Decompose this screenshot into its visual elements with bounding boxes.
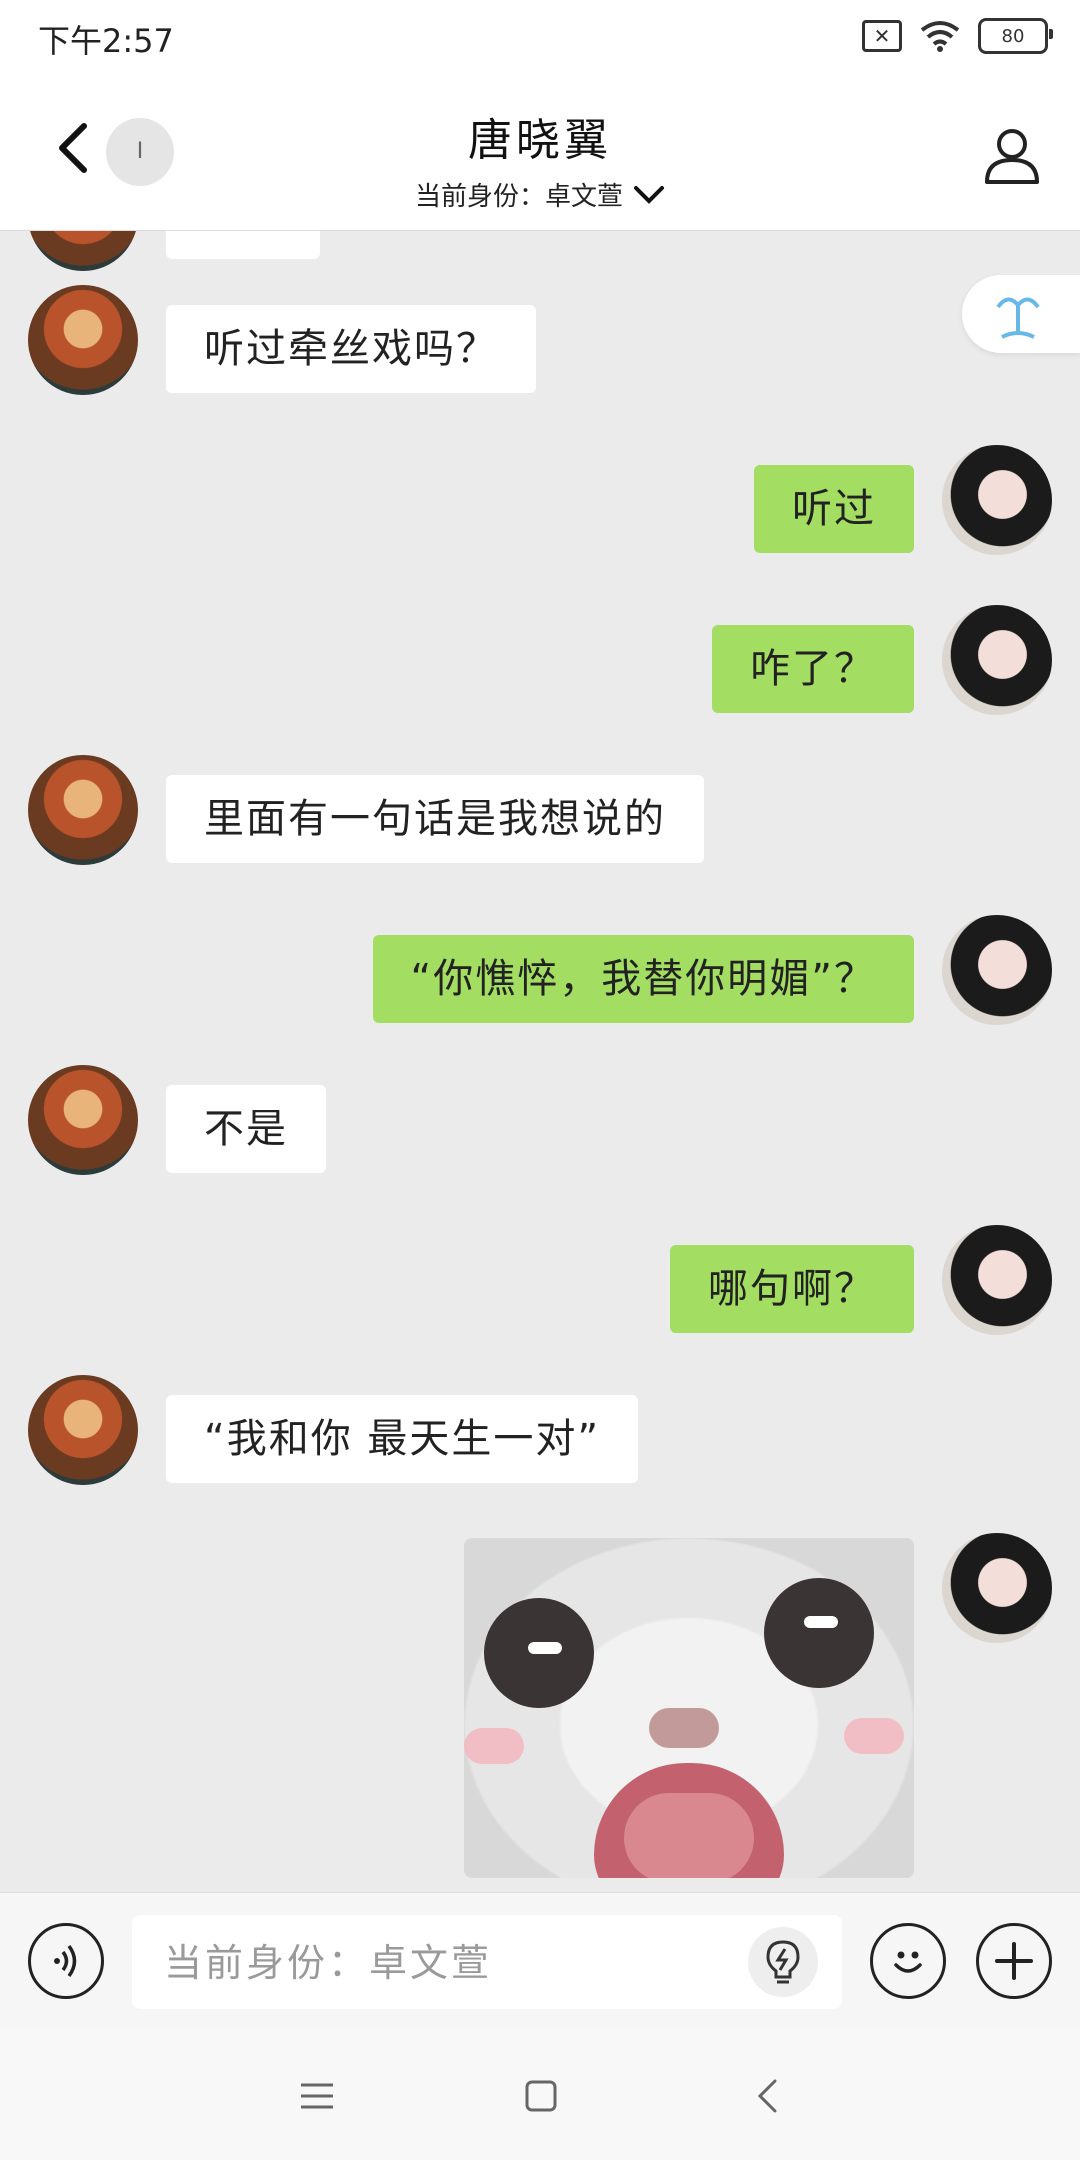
avatar-partner[interactable] [28, 755, 138, 865]
avatar-partner[interactable] [28, 285, 138, 395]
avatar-partner[interactable] [28, 231, 138, 271]
lightbulb-icon [766, 1940, 800, 1984]
message-bubble-partial [166, 231, 320, 259]
wifi-icon [920, 21, 960, 52]
chat-title: 唐晓翼 [468, 115, 612, 166]
voice-icon [54, 1944, 77, 1978]
voice-button[interactable] [28, 1923, 104, 1999]
message-input[interactable] [162, 1915, 726, 2011]
avatar-partner[interactable] [28, 1375, 138, 1485]
sticker-eye-right [764, 1578, 874, 1688]
plus-icon [995, 1942, 1033, 1980]
smiley-icon [894, 1951, 922, 1973]
hint-button[interactable] [748, 1927, 818, 1997]
surprised-cat-sticker[interactable] [464, 1538, 914, 1878]
input-bar [0, 1892, 1080, 2029]
message-bubble[interactable]: 听过牵丝戏吗？ [166, 305, 536, 393]
person-icon[interactable] [982, 126, 1042, 186]
message-bubble[interactable]: 不是 [166, 1085, 326, 1173]
message-bubble[interactable]: 咋了？ [712, 625, 914, 713]
chat-header: I 唐晓翼 当前身份：卓文萱 [0, 76, 1080, 231]
message-bubble[interactable]: 哪句啊？ [670, 1245, 914, 1333]
back-nav-button[interactable] [742, 2071, 792, 2121]
message-bubble[interactable]: “你憔悴，我替你明媚”？ [372, 935, 914, 1023]
home-square-icon [525, 2080, 557, 2112]
sticker-eye-left [484, 1598, 594, 1708]
message-bubble[interactable]: “我和你 最天生一对” [166, 1395, 639, 1483]
avatar-self[interactable] [942, 1225, 1052, 1335]
no-sim-icon: ✕ [862, 20, 902, 52]
fountain-icon [996, 297, 1040, 339]
back-triangle-icon [757, 2079, 777, 2113]
avatar-self[interactable] [942, 915, 1052, 1025]
status-bar: 下午2:57 ✕ 80 [0, 0, 1080, 76]
identity-switch[interactable]: 当前身份：卓文萱 [415, 176, 665, 213]
status-icons: ✕ 80 [862, 18, 1053, 54]
avatar-self[interactable] [942, 445, 1052, 555]
avatar-partner[interactable] [28, 1065, 138, 1175]
system-nav-bar [0, 2029, 1080, 2160]
battery-icon: 80 [978, 18, 1053, 54]
sticker-mouth [594, 1763, 784, 1878]
sticker-nose [649, 1708, 719, 1748]
message-input-box[interactable] [132, 1915, 842, 2011]
floating-tab[interactable] [962, 275, 1080, 353]
chevron-down-icon [634, 185, 664, 204]
title-block[interactable]: 唐晓翼 当前身份：卓文萱 [0, 104, 1080, 213]
status-time: 下午2:57 [38, 22, 174, 60]
avatar-self[interactable] [942, 1533, 1052, 1643]
emoji-button[interactable] [870, 1923, 946, 1999]
message-list[interactable]: 听过牵丝戏吗？ 听过 咋了？ 里面有一句话是我想说的 “你憔悴，我替你明媚”？ … [0, 231, 1080, 1891]
home-nav-button[interactable] [516, 2071, 566, 2121]
message-bubble[interactable]: 里面有一句话是我想说的 [166, 775, 704, 863]
avatar-self[interactable] [942, 605, 1052, 715]
sticker-blush [464, 1728, 524, 1764]
message-bubble[interactable]: 听过 [754, 465, 914, 553]
menu-icon [301, 2083, 333, 2109]
plus-button[interactable] [976, 1923, 1052, 1999]
menu-nav-button[interactable] [292, 2071, 342, 2121]
battery-level: 80 [1001, 25, 1025, 47]
sticker-blush [844, 1718, 904, 1754]
identity-label: 当前身份：卓文萱 [414, 182, 623, 212]
